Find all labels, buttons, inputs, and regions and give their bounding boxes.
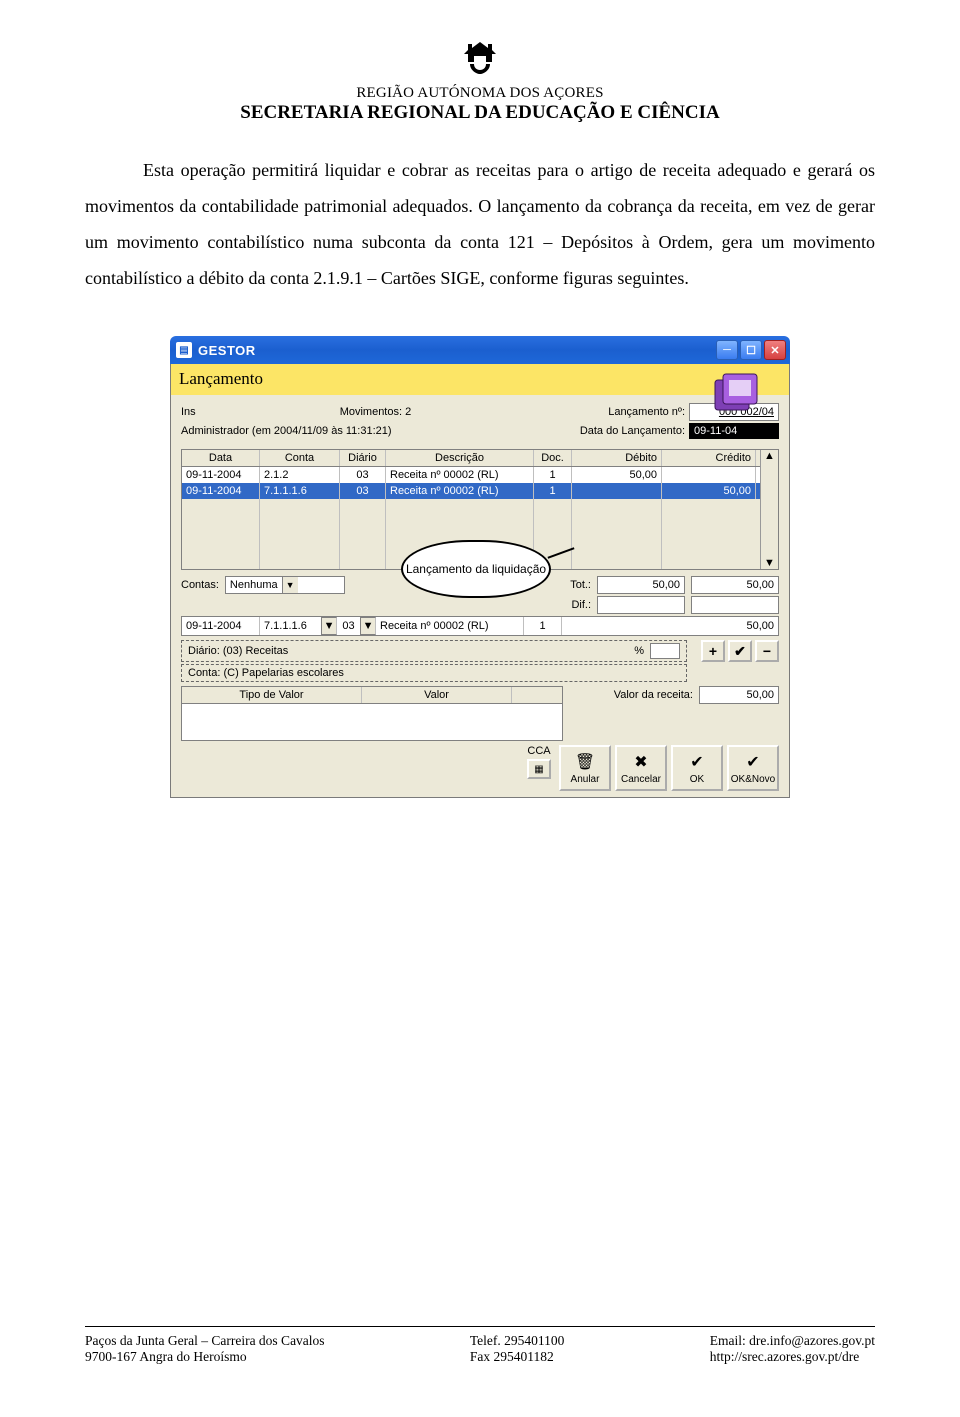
col-credito[interactable]: Crédito	[662, 450, 756, 466]
lower-grid-body	[182, 704, 562, 740]
pct-label: %	[634, 645, 644, 657]
chevron-down-icon[interactable]: ▼	[360, 617, 376, 635]
remove-button[interactable]: −	[755, 640, 779, 662]
diario-box: Diário: (03) Receitas %	[181, 640, 687, 662]
conta-box: Conta: (C) Papelarias escolares	[181, 664, 687, 682]
valor-receita-label: Valor da receita:	[614, 689, 693, 701]
dif-cred	[691, 596, 779, 614]
anular-button[interactable]: 🗑 Anular	[559, 745, 611, 791]
tot-cred: 50,00	[691, 576, 779, 594]
ins-label: Ins	[181, 406, 196, 418]
footer-fax: Fax 295401182	[470, 1349, 565, 1365]
footer-address-1: Paços da Junta Geral – Carreira dos Cava…	[85, 1333, 325, 1349]
secretaria-line: SECRETARIA REGIONAL DA EDUCAÇÃO E CIÊNCI…	[85, 102, 875, 124]
lancamento-num-label: Lançamento nº:	[608, 406, 685, 418]
page-footer: Paços da Junta Geral – Carreira dos Cava…	[85, 1326, 875, 1365]
add-button[interactable]: +	[701, 640, 725, 662]
footer-url: http://srec.azores.gov.pt/dre	[710, 1349, 875, 1365]
pct-input[interactable]	[650, 643, 680, 659]
cca-label: CCA	[527, 745, 550, 757]
check-new-icon: ✔	[746, 752, 759, 772]
scroll-down-icon[interactable]: ▼	[764, 557, 775, 569]
col-valor[interactable]: Valor	[362, 687, 512, 703]
edit-row[interactable]: 09-11-2004 7.1.1.1.6 ▼ 03 ▼ Receita nº 0…	[181, 616, 779, 636]
col-desc[interactable]: Descrição	[386, 450, 534, 466]
grid-scrollbar[interactable]: ▲ ▼	[760, 450, 778, 569]
movimentos-label: Movimentos: 2	[340, 406, 412, 418]
chevron-down-icon[interactable]: ▼	[282, 577, 298, 593]
check-icon: ✔	[690, 752, 703, 772]
cancel-icon: ✖	[634, 752, 647, 772]
admin-line: Administrador (em 2004/11/09 às 11:31:21…	[181, 425, 392, 437]
ok-button[interactable]: ✔ OK	[671, 745, 723, 791]
dif-label: Dif.:	[561, 599, 591, 611]
close-button[interactable]: ✕	[764, 340, 786, 360]
col-conta[interactable]: Conta	[260, 450, 340, 466]
contas-label: Contas:	[181, 579, 219, 591]
data-lancamento-field[interactable]: 09-11-04	[689, 423, 779, 439]
cancelar-button[interactable]: ✖ Cancelar	[615, 745, 667, 791]
gestor-window: ▤ GESTOR ─ ☐ ✕ Lançamento Ins Moviment	[170, 336, 790, 798]
ok-novo-button[interactable]: ✔ OK&Novo	[727, 745, 779, 791]
trash-icon: 🗑	[575, 752, 595, 772]
section-title: Lançamento	[171, 364, 789, 395]
col-doc[interactable]: Doc.	[534, 450, 572, 466]
cca-grid-button[interactable]: ▦	[527, 759, 551, 779]
tot-label: Tot.:	[561, 579, 591, 591]
tot-deb: 50,00	[597, 576, 685, 594]
scroll-up-icon[interactable]: ▲	[764, 450, 775, 462]
contas-combo[interactable]: Nenhuma ▼	[225, 576, 345, 594]
dif-deb	[597, 596, 685, 614]
chevron-down-icon[interactable]: ▼	[321, 617, 337, 635]
crest-icon	[460, 40, 500, 81]
maximize-button[interactable]: ☐	[740, 340, 762, 360]
col-debito[interactable]: Débito	[572, 450, 662, 466]
app-icon: ▤	[176, 342, 192, 358]
footer-address-2: 9700-167 Angra do Heroísmo	[85, 1349, 325, 1365]
footer-tel: Telef. 295401100	[470, 1333, 565, 1349]
region-line: REGIÃO AUTÓNOMA DOS AÇORES	[85, 85, 875, 102]
table-row[interactable]: 09-11-2004 2.1.2 03 Receita nº 00002 (RL…	[182, 467, 760, 483]
confirm-button[interactable]: ✔	[728, 640, 752, 662]
module-icon	[709, 370, 765, 418]
col-diario[interactable]: Diário	[340, 450, 386, 466]
minimize-button[interactable]: ─	[716, 340, 738, 360]
footer-email: Email: dre.info@azores.gov.pt	[710, 1333, 875, 1349]
callout-bubble: Lançamento da liquidação	[401, 540, 551, 598]
window-title: GESTOR	[198, 343, 716, 358]
col-tipo-valor[interactable]: Tipo de Valor	[182, 687, 362, 703]
table-row[interactable]: 09-11-2004 7.1.1.1.6 03 Receita nº 00002…	[182, 483, 760, 499]
col-data[interactable]: Data	[182, 450, 260, 466]
data-lancamento-label: Data do Lançamento:	[580, 425, 685, 437]
titlebar[interactable]: ▤ GESTOR ─ ☐ ✕	[170, 336, 790, 364]
document-header: REGIÃO AUTÓNOMA DOS AÇORES SECRETARIA RE…	[85, 40, 875, 124]
valor-receita: 50,00	[699, 686, 779, 704]
body-paragraph: Esta operação permitirá liquidar e cobra…	[85, 152, 875, 296]
